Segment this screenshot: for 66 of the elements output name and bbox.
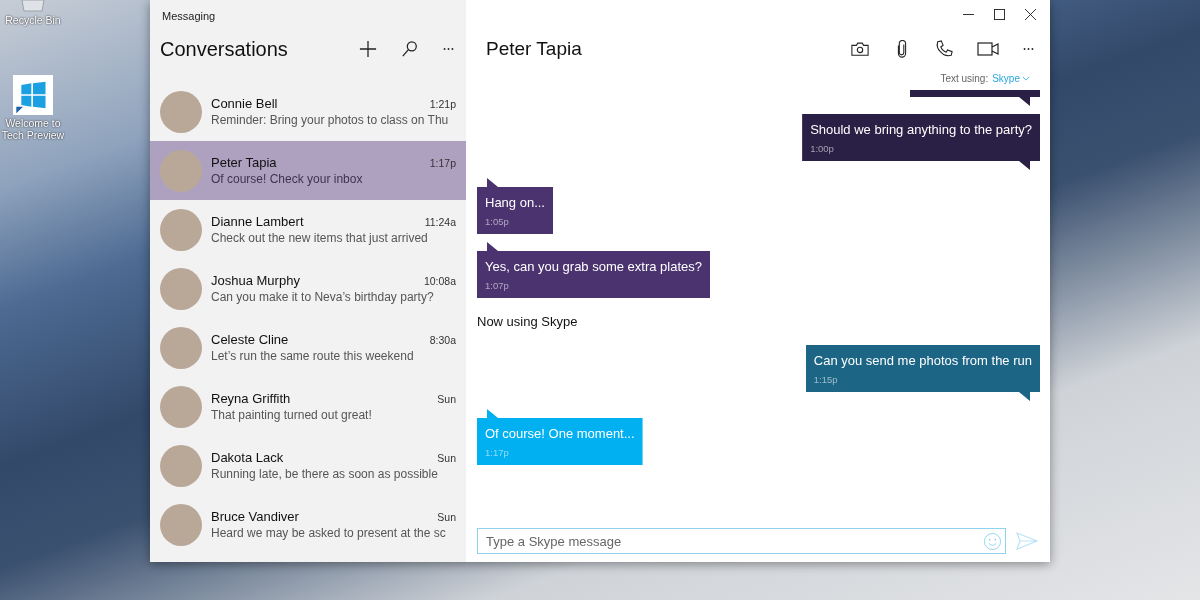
video-camera-icon[interactable] [977,42,999,56]
conversation-item[interactable]: Reyna Griffith Sun That painting turned out great! [150,377,466,436]
contact-name: Dakota Lack [211,450,284,465]
avatar-circle [160,208,202,251]
message-text: Yes, can you grab some extra plates? [485,259,703,274]
message-time: 1:21p [429,98,456,110]
more-icon[interactable] [443,47,454,51]
message-time: 11:24a [424,216,456,228]
avatar-circle [160,326,202,369]
message-preview: Reminder: Bring your photos to class on Thu [211,113,450,127]
windows-logo-icon[interactable] [13,75,53,115]
service-notice: Now using Skype [477,314,579,329]
avatar-circle [160,267,202,310]
search-icon[interactable] [401,40,419,58]
message-time: Sun [437,511,456,523]
contact-name: Peter Tapia [211,155,277,170]
avatar-circle [160,90,202,133]
close-icon[interactable] [1025,9,1036,20]
conversation-item[interactable]: Bruce Vandiver Sun Heard we may be asked to present at the sc [150,495,466,554]
message-text: Can you send me photos from the run [813,353,1032,368]
message-time: 1:07p [485,280,510,291]
maximize-icon[interactable] [994,9,1005,20]
message-preview: Heard we may be asked to present at the sc [211,526,447,540]
avatar-circle [160,149,202,192]
conversation-item[interactable]: Peter Tapia 1:17p Of course! Check your inbox [150,141,466,200]
message-preview: Can you make it to Neva’s birthday party? [211,290,435,304]
message-preview: Of course! Check your inbox [211,172,364,186]
contact-name: Bruce Vandiver [211,509,299,524]
message-time: 1:00p [810,143,835,154]
phone-icon[interactable] [935,40,953,58]
text-using-label: Text using: [940,73,989,84]
conversation-item[interactable]: Dakota Lack Sun Running late, be there as soon as possible [150,436,466,495]
message-preview: Running late, be there as soon as possible [211,467,439,481]
contact-name: Dianne Lambert [211,214,304,229]
avatar-circle [160,444,202,487]
conversation-item[interactable]: Celeste Cline 8:30a Let’s run the same route this weekend [150,318,466,377]
message-preview: That painting turned out great! [211,408,373,422]
avatar-circle [160,503,202,546]
conversation-item[interactable]: Joshua Murphy 10:08a Can you make it to Neva’s birthday party? [150,259,466,318]
conversations-heading: Conversations [160,37,289,61]
window-title: Messaging [161,9,217,24]
message-preview: Let’s run the same route this weekend [211,349,415,363]
message-time: 10:08a [423,275,456,287]
message-text: Of course! One moment... [485,426,635,441]
message-time: Sun [437,452,456,464]
contact-heading: Peter Tapia [486,38,583,60]
contact-name: Connie Bell [211,96,278,111]
message-time: 8:30a [429,334,456,346]
message-time: 1:17p [485,447,510,458]
contact-name: Reyna Griffith [211,391,291,406]
contact-name: Joshua Murphy [211,273,300,288]
message-preview: Check out the new items that just arrived [211,231,429,245]
contact-name: Celeste Cline [211,332,289,347]
more-icon[interactable] [1023,47,1034,51]
conversation-item[interactable]: Dianne Lambert 11:24a Check out the new items that just arrived [150,200,466,259]
camera-icon[interactable] [851,40,869,58]
message-input[interactable]: Type a Skype message [477,528,1006,554]
avatar-circle [160,385,202,428]
message-text: Should we bring anything to the party? [810,122,1032,137]
message-text: Hang on... [485,195,545,210]
message-time: Sun [437,393,456,405]
message-time: 1:15p [813,374,839,385]
message-time: 1:05p [485,216,510,227]
conversation-item[interactable]: Connie Bell 1:21p Reminder: Bring your photos to class on Thu [150,82,466,141]
message-time: 1:17p [429,157,456,169]
add-icon[interactable] [359,40,377,58]
